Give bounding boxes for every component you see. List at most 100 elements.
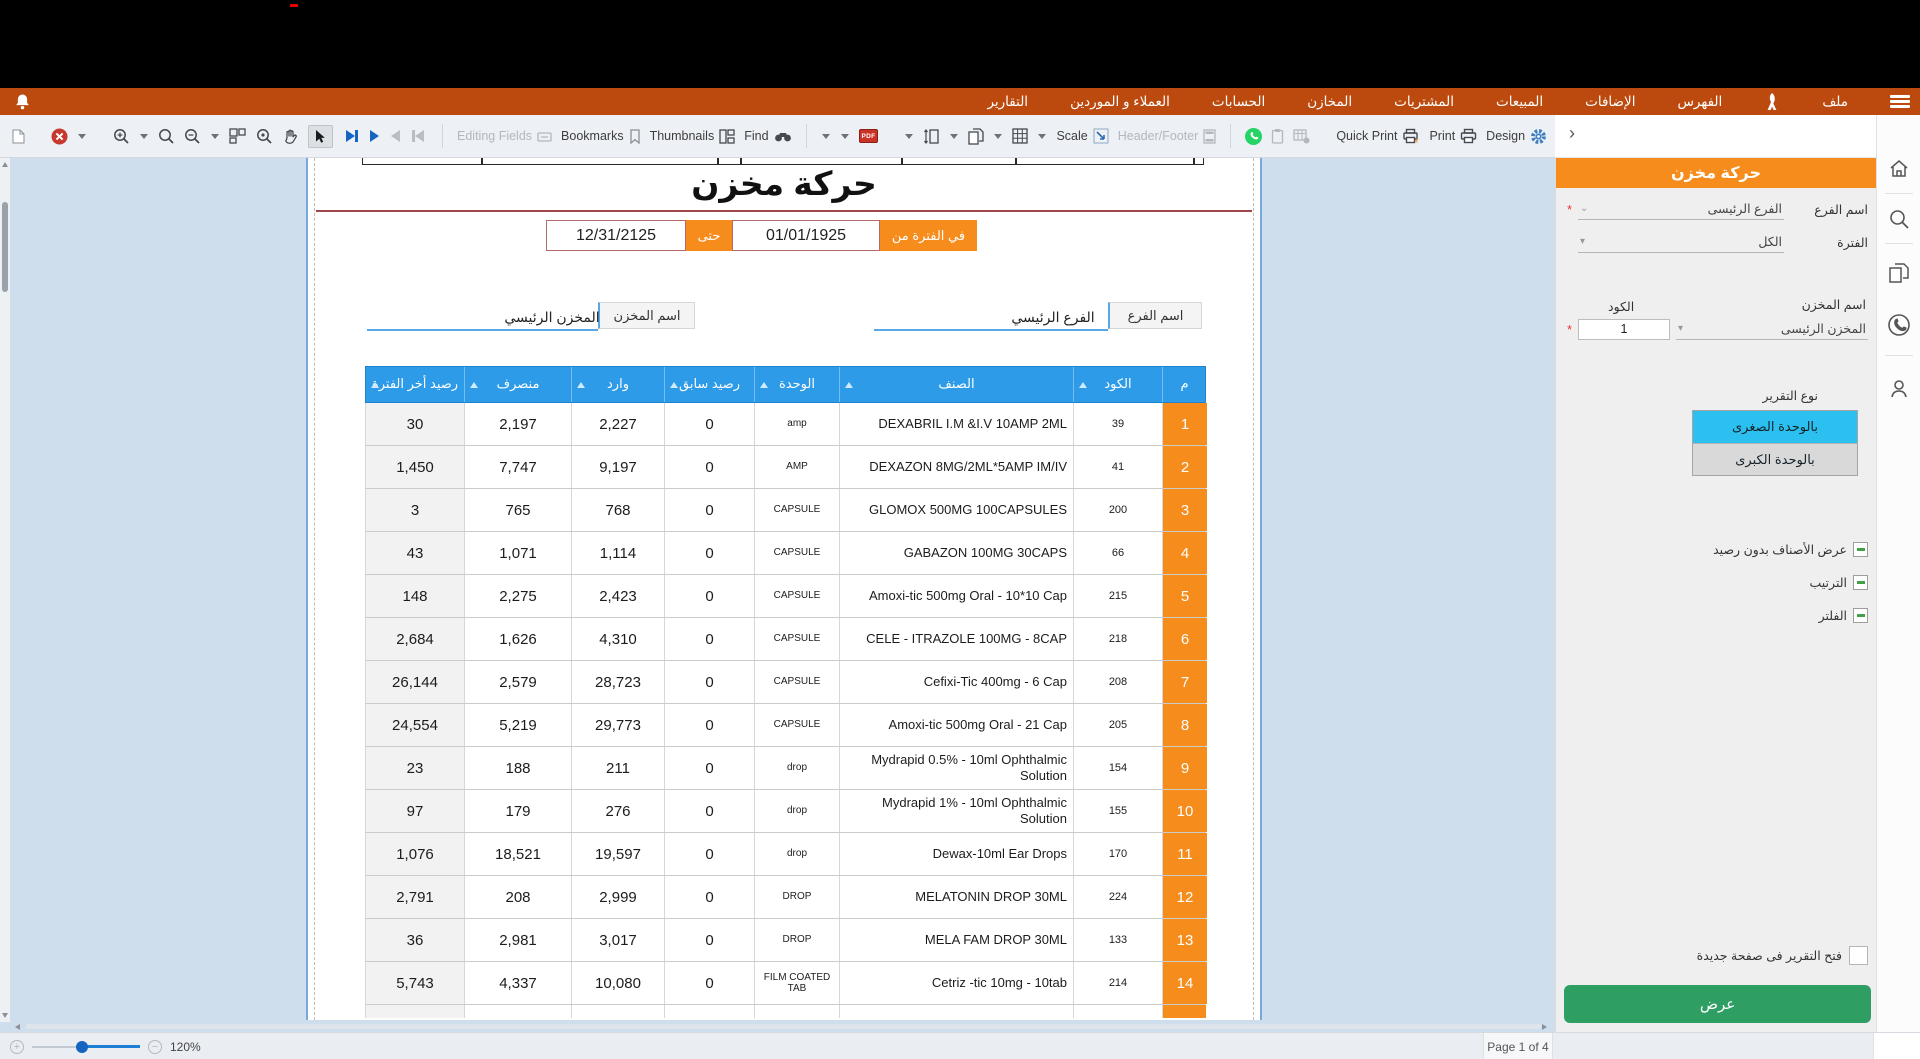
period-combobox[interactable]: الكل▾ xyxy=(1578,231,1784,253)
branch-combobox[interactable]: الفرع الرئيسى⌄ xyxy=(1578,198,1784,220)
thumbnails-button[interactable]: Thumbnails xyxy=(650,129,736,144)
table-settings-icon[interactable] xyxy=(1293,129,1310,144)
design-button[interactable]: Design xyxy=(1486,128,1547,145)
scale-button[interactable]: Scale xyxy=(1056,128,1108,144)
menu-reports[interactable]: التقارير xyxy=(987,94,1028,110)
scroll-left-arrow-icon[interactable] xyxy=(15,1024,20,1030)
horizontal-scroll-thumb[interactable] xyxy=(26,1024,1541,1029)
header-prev-balance[interactable]: رصيد سابق xyxy=(665,367,755,402)
zoom-selection-icon[interactable] xyxy=(256,128,273,145)
header-footer-button[interactable]: Header/Footer xyxy=(1118,129,1217,144)
header-incoming[interactable]: وارد xyxy=(572,367,665,402)
red-marker xyxy=(290,4,298,7)
document-icon[interactable] xyxy=(12,129,25,144)
vertical-scrollbar[interactable] xyxy=(0,158,10,1022)
store-combobox[interactable]: المخزن الرئيسى▾ xyxy=(1676,318,1868,340)
vertical-scroll-thumb[interactable] xyxy=(2,202,8,292)
collapse-panel-chevron-icon[interactable]: › xyxy=(1569,123,1575,144)
grid-caret[interactable] xyxy=(994,134,1002,139)
checkbox-indeterminate-icon[interactable] xyxy=(1853,575,1868,590)
multiple-pages-icon[interactable] xyxy=(229,128,247,144)
whatsapp-icon[interactable] xyxy=(1245,128,1262,145)
scroll-down-arrow-icon[interactable] xyxy=(2,1013,8,1018)
watermark-grid-icon[interactable] xyxy=(1012,128,1028,144)
zoom-slider-knob[interactable] xyxy=(76,1041,88,1053)
select-tool-active[interactable] xyxy=(308,125,333,148)
close-preview-button[interactable] xyxy=(51,128,68,145)
open-in-new-page-option[interactable]: فتح التقرير فى صفحة جديدة xyxy=(1697,946,1868,965)
zoom-in-caret[interactable] xyxy=(140,134,148,139)
next-page-button[interactable] xyxy=(370,130,379,142)
close-options-caret[interactable] xyxy=(78,134,86,139)
print-button[interactable]: Print xyxy=(1429,128,1477,144)
whatsapp-icon[interactable] xyxy=(1887,313,1911,337)
cell-outgoing: 2,579 xyxy=(465,661,572,703)
header-code[interactable]: الكود xyxy=(1074,367,1163,402)
sorting-option[interactable]: الترتيب xyxy=(1810,575,1868,590)
chevron-down-icon: ⌄ xyxy=(1580,203,1588,214)
cell-incoming: 10,080 xyxy=(572,962,665,1004)
checkbox-indeterminate-icon[interactable] xyxy=(1853,542,1868,557)
zoom-in-icon[interactable] xyxy=(113,128,130,145)
code-input[interactable]: 1 xyxy=(1578,319,1670,340)
pdf-export-icon[interactable]: PDF xyxy=(859,129,879,143)
header-outgoing[interactable]: منصرف xyxy=(465,367,572,402)
filter-option[interactable]: الفلتر xyxy=(1819,608,1868,623)
header-item[interactable]: الصنف xyxy=(840,367,1074,402)
header-unit[interactable]: الوحدة xyxy=(755,367,840,402)
zoom-out-icon[interactable] xyxy=(184,128,201,145)
menu-purchases[interactable]: المشتريات xyxy=(1394,94,1454,110)
export-caret-2[interactable] xyxy=(841,134,849,139)
view-report-button[interactable]: عرض xyxy=(1564,985,1871,1023)
horizontal-scrollbar[interactable] xyxy=(10,1022,1555,1032)
checkbox-indeterminate-icon[interactable] xyxy=(1853,608,1868,623)
notifications-bell-icon[interactable] xyxy=(14,93,31,111)
cell-unit: drop xyxy=(755,833,840,875)
magnifier-icon[interactable] xyxy=(158,128,175,145)
store-field-label: اسم المخزن xyxy=(1802,297,1866,312)
menu-warehouses[interactable]: المخازن xyxy=(1307,94,1352,110)
find-button[interactable]: Find xyxy=(744,129,791,143)
scale-caret[interactable] xyxy=(1038,134,1046,139)
zoom-out-caret[interactable] xyxy=(211,134,219,139)
report-options-panel: حركة مخزن اسم الفرع الفرع الرئيسى⌄ * الف… xyxy=(1555,158,1876,1032)
zoom-out-circle-icon[interactable]: − xyxy=(148,1040,162,1054)
copy-caret[interactable] xyxy=(950,134,958,139)
zoom-slider[interactable] xyxy=(32,1040,140,1054)
search-icon[interactable] xyxy=(1887,207,1911,231)
clipboard-icon[interactable] xyxy=(1271,128,1284,144)
scroll-right-arrow-icon[interactable] xyxy=(1542,1024,1547,1030)
checkbox-empty-icon[interactable] xyxy=(1849,946,1868,965)
bookmarks-button[interactable]: Bookmarks xyxy=(561,129,641,144)
scroll-up-arrow-icon[interactable] xyxy=(2,162,8,167)
menu-additions[interactable]: الإضافات xyxy=(1585,94,1635,110)
quick-print-button[interactable]: Quick Print xyxy=(1336,128,1420,144)
previous-page-button[interactable] xyxy=(391,130,400,142)
header-row-number[interactable]: م xyxy=(1163,367,1207,402)
copy-page-icon[interactable] xyxy=(968,128,984,145)
export-caret-1[interactable] xyxy=(822,134,830,139)
page-height-icon[interactable] xyxy=(923,128,940,145)
editing-fields-button[interactable]: Editing Fields xyxy=(457,129,552,143)
user-icon[interactable] xyxy=(1887,377,1911,401)
home-icon[interactable] xyxy=(1887,157,1911,181)
menu-file[interactable]: ملف xyxy=(1822,94,1848,110)
hand-tool-icon[interactable] xyxy=(282,128,299,145)
table-row: 431,0711,1140CAPSULEGABAZON 100MG 30CAPS… xyxy=(365,532,1206,575)
hamburger-menu-icon[interactable] xyxy=(1890,95,1910,108)
header-balance[interactable]: رصيد أخر الفترة xyxy=(366,367,465,402)
menu-clients-suppliers[interactable]: العملاء و الموردين xyxy=(1070,94,1170,110)
small-unit-button[interactable]: بالوحدة الصغرى xyxy=(1693,411,1857,443)
zoom-in-circle-icon[interactable]: + xyxy=(10,1040,24,1054)
menu-sales[interactable]: المبيعات xyxy=(1496,94,1543,110)
menu-index[interactable]: الفهرس xyxy=(1677,94,1722,110)
large-unit-button[interactable]: بالوحدة الكبرى xyxy=(1693,443,1857,475)
first-page-button[interactable] xyxy=(412,130,424,142)
menu-accounts[interactable]: الحسابات xyxy=(1212,94,1265,110)
last-page-button[interactable] xyxy=(346,130,358,142)
page-size-caret[interactable] xyxy=(905,134,913,139)
cell-code: 133 xyxy=(1074,919,1163,961)
show-zero-balance-option[interactable]: عرض الأصناف بدون رصيد xyxy=(1713,542,1868,557)
cell-no: 3 xyxy=(1163,489,1207,531)
copy-documents-icon[interactable] xyxy=(1887,261,1911,285)
